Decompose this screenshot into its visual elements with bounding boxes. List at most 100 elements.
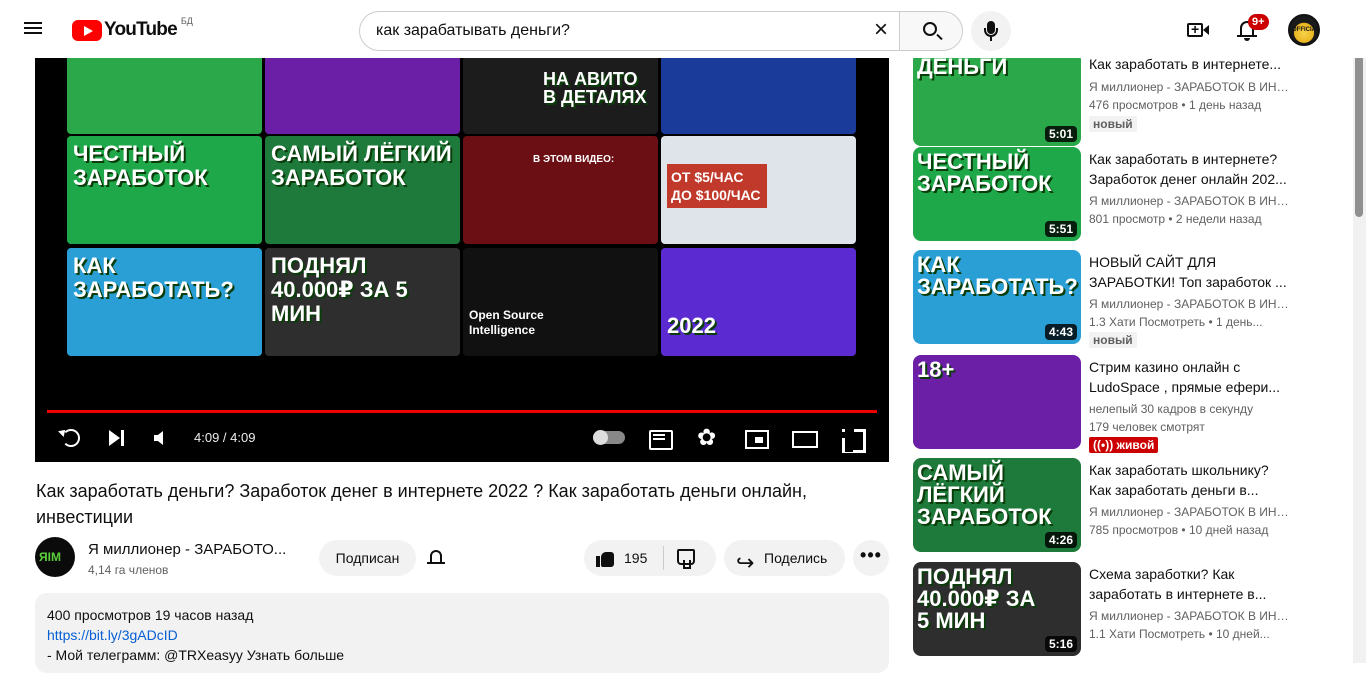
recommended-video[interactable]: ДЕНЬГИ 5:01 Как заработать в интернете... Я… [913,58,1353,146]
video-title[interactable]: Стрим казино онлайн с LudoSpace , прямые… [1089,357,1289,397]
microphone-stand [984,28,998,37]
more-actions-button[interactable]: ••• [853,540,889,576]
avatar-text: OFFICIAL [1292,27,1320,33]
recommended-video[interactable]: САМЫЙ ЛЁГКИЙ ЗАРАБОТОК 4:26 Как заработать… [913,458,1353,552]
recommended-video[interactable]: ЧЕСТНЫЙ ЗАРАБОТОК 5:51 Как заработать в ин… [913,147,1353,241]
video-title[interactable]: Как заработать в интернете? Заработок де… [1089,149,1289,189]
share-button[interactable]: Поделись [724,540,845,581]
video-thumbnail[interactable]: ПОДНЯЛ 40.000₽ ЗА 5 МИН 5:16 [913,562,1081,656]
subscribed-button[interactable]: Подписан [319,540,416,576]
menu-icon[interactable] [24,19,48,39]
channel-avatar[interactable] [35,537,75,577]
scrollbar-thumb[interactable] [1355,39,1363,217]
end-screen-video[interactable]: 2022 [661,248,856,356]
play-logo-icon [72,19,102,41]
clear-search-icon[interactable]: × [868,18,894,44]
next-icon[interactable] [107,426,131,450]
replay-icon[interactable] [59,426,83,450]
theater-mode-icon[interactable] [792,426,818,450]
end-screen-video[interactable]: ПОДНЯЛ 40.000₽ ЗА 5 МИН [265,248,460,356]
end-screen-video[interactable]: ОТ $5/ЧАС ДО $100/ЧАС [661,136,856,244]
new-badge: новый [1089,332,1137,348]
video-duration: 4:26 [1044,532,1077,548]
channel-name[interactable]: Я миллионер - ЗАРАБОТОК В ИНТ... [1089,297,1289,311]
progress-bar[interactable] [47,410,877,413]
channel-name[interactable]: Я миллионер - ЗАРАБОТО... [88,541,286,558]
end-screen-video[interactable] [661,58,856,134]
scrollbar[interactable] [1353,35,1366,663]
video-duration: 5:51 [1044,221,1077,237]
view-stats: 400 просмотров 19 часов назад [47,607,254,623]
thumbs-up-icon[interactable] [596,549,614,567]
time-display: 4:09 / 4:09 [194,430,256,445]
end-screen-video[interactable]: ЧЕСТНЫЙ ЗАРАБОТОК [67,136,262,244]
video-thumbnail[interactable]: 18+ [913,355,1081,449]
channel-name[interactable]: нелепый 30 кадров в секунду [1089,402,1289,416]
channel-name[interactable]: Я миллионер - ЗАРАБОТОК В ИНТ... [1089,194,1289,208]
description-link[interactable]: https://bit.ly/3gADcID [47,625,877,645]
video-duration: 4:43 [1044,324,1077,340]
description-line: - Мой телеграмм: @TRXeasyy Узнать больше [47,645,877,665]
end-screen-video[interactable]: КАК ЗАРАБОТАТЬ? [67,248,262,356]
notification-count-badge: 9+ [1248,14,1269,30]
end-screen-video[interactable] [265,58,460,134]
create-video-icon[interactable] [1186,18,1210,42]
notification-bell-icon[interactable] [426,548,446,568]
new-badge: новый [1089,116,1137,132]
end-screen-video-text: ОТ $5/ЧАС ДО $100/ЧАС [667,164,767,208]
video-player[interactable]: ДЕНЬГИ НА АВИТО В ДЕТАЛЯХ ЧЕСТНЫЙ ЗАРАБОТО… [35,58,889,462]
video-thumbnail[interactable]: ЧЕСТНЫЙ ЗАРАБОТОК 5:51 [913,147,1081,241]
end-screen-video[interactable]: ДЕНЬГИ [67,58,262,134]
video-thumbnail[interactable]: САМЫЙ ЛЁГКИЙ ЗАРАБОТОК 4:26 [913,458,1081,552]
channel-name[interactable]: Я миллионер - ЗАРАБОТОК В ИНТ... [1089,609,1289,623]
voice-search-button[interactable] [971,11,1011,51]
video-metadata: 785 просмотров • 10 дней назад [1089,523,1269,537]
show-more-link[interactable]: Узнать больше [247,647,344,663]
microphone-base [990,37,992,41]
subtitles-icon[interactable] [648,426,673,450]
fullscreen-icon-mask-v [845,424,853,452]
video-thumbnail[interactable]: КАК ЗАРАБОТАТЬ? 4:43 [913,250,1081,344]
settings-gear-icon[interactable] [696,424,720,451]
bell-rim [427,562,445,564]
like-divider [663,546,664,570]
miniplayer-icon[interactable] [744,426,769,450]
youtube-logo[interactable]: YouTube БД [72,16,193,42]
region-code: БД [180,16,193,26]
thumbnail-text: САМЫЙ ЛЁГКИЙ ЗАРАБОТОК [917,460,1052,529]
description-box[interactable]: 400 просмотров 19 часов назад https://bi… [35,593,889,673]
bell-rim [1237,35,1257,37]
like-count[interactable]: 195 [624,540,647,576]
logo-text: YouTube [104,19,178,40]
channel-name[interactable]: Я миллионер - ЗАРАБОТОК В ИНТ... [1089,80,1289,94]
video-title[interactable]: Схема заработки? Как заработать в интерн… [1089,564,1289,604]
end-screen-video[interactable]: Open Source Intelligence [463,248,658,356]
thumbs-down-icon[interactable] [677,549,695,569]
recommended-video[interactable]: 18+ Стрим казино онлайн с LudoSpace , пря… [913,355,1353,453]
end-screen-video[interactable]: НА АВИТО В ДЕТАЛЯХ [463,58,658,134]
thumbnail-text: КАК ЗАРАБОТАТЬ? [917,252,1078,299]
end-screen-video-text: САМЫЙ ЛЁГКИЙ ЗАРАБОТОК [271,141,452,190]
end-screen-video-text: 2022 [667,313,716,338]
video-duration: 5:01 [1044,126,1077,142]
video-thumbnail[interactable]: ДЕНЬГИ 5:01 [913,58,1081,146]
channel-name[interactable]: Я миллионер - ЗАРАБОТОК В ИНТ... [1089,505,1289,519]
volume-icon[interactable] [151,426,175,450]
recommended-video[interactable]: КАК ЗАРАБОТАТЬ? 4:43 НОВЫЙ САЙТ ДЛЯ ЗАРАБО… [913,250,1353,348]
account-avatar[interactable]: OFFICIAL [1288,14,1320,46]
search-button[interactable] [899,11,963,51]
end-screen-video[interactable]: В ЭТОМ ВИДЕО: [463,136,658,244]
autoplay-toggle[interactable] [593,430,625,445]
like-dislike-group: 195 [584,540,716,576]
thumbnail-text: ЧЕСТНЫЙ ЗАРАБОТОК [917,149,1052,196]
search-input[interactable]: как зарабатывать деньги? [359,11,900,51]
video-title[interactable]: Как заработать в интернете... [1089,58,1289,74]
telegram-line: - Мой телеграмм: @TRXeasyy [47,647,243,663]
end-screen-video[interactable]: САМЫЙ ЛЁГКИЙ ЗАРАБОТОК [265,136,460,244]
recommended-video[interactable]: ПОДНЯЛ 40.000₽ ЗА 5 МИН 5:16 Схема заработ… [913,562,1353,656]
video-metadata: 1.1 Хати Посмотреть • 10 дней... [1089,627,1270,641]
share-icon [736,545,756,581]
video-title[interactable]: НОВЫЙ САЙТ ДЛЯ ЗАРАБОТКИ! Топ заработок … [1089,252,1289,292]
thumbnail-text: 18+ [917,357,955,382]
video-title[interactable]: Как заработать школьнику? Как заработать… [1089,460,1289,500]
